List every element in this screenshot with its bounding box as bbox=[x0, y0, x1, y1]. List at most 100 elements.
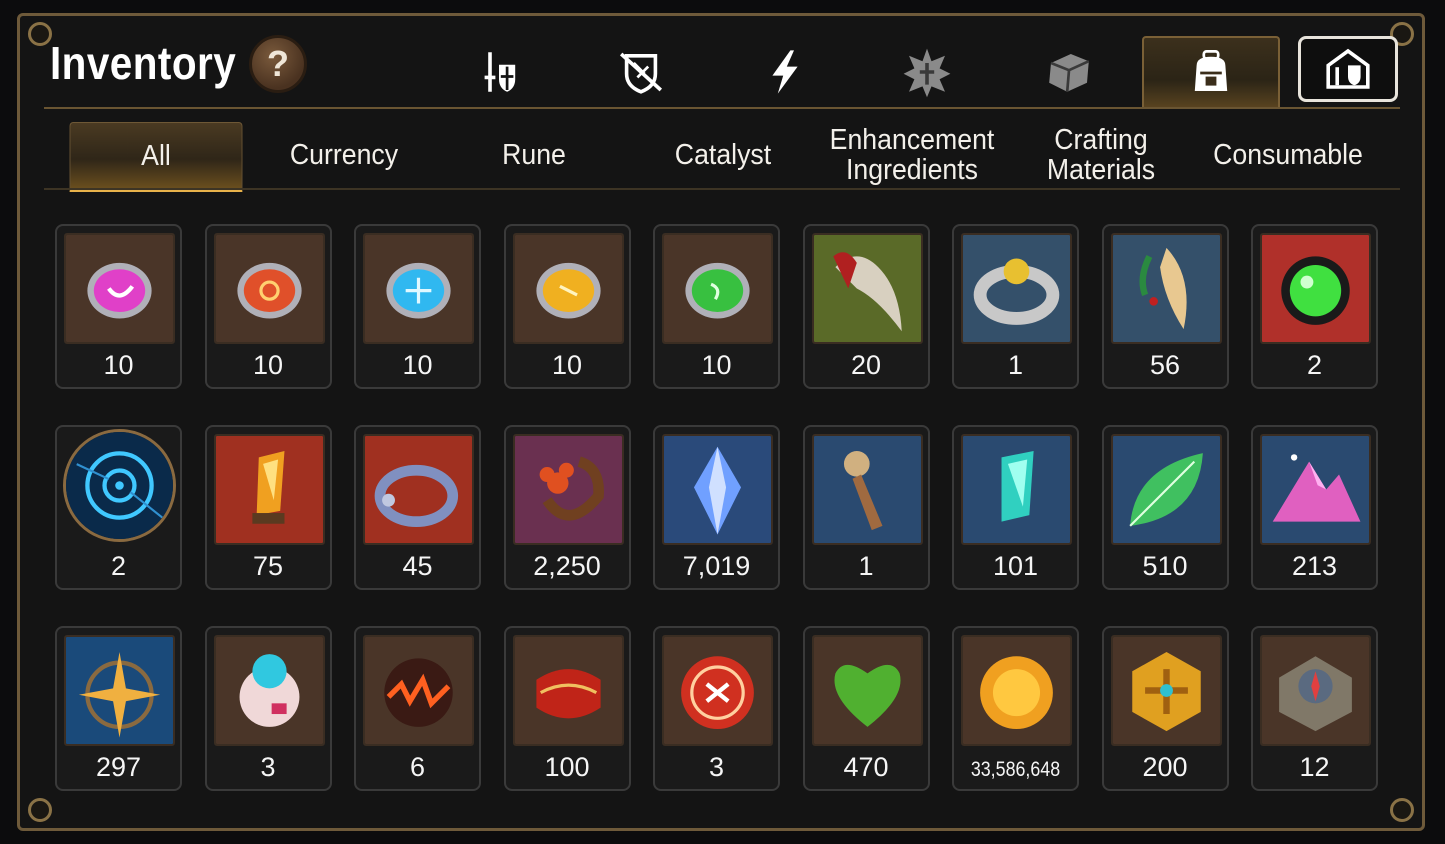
subtab-enhancement-ingredients[interactable]: Enhancement Ingredients bbox=[829, 122, 995, 188]
item-count: 470 bbox=[843, 752, 889, 782]
inventory-slot[interactable]: 2 bbox=[1251, 224, 1378, 389]
item-count: 45 bbox=[402, 551, 433, 581]
inventory-slot[interactable]: 1 bbox=[802, 425, 930, 590]
feather-charm-icon bbox=[1110, 233, 1222, 344]
item-count: 101 bbox=[992, 551, 1039, 581]
tab-exclusive[interactable] bbox=[858, 36, 996, 108]
lava-orb-icon bbox=[363, 635, 474, 746]
pendulum-icon bbox=[811, 434, 923, 545]
rune-disc-icon bbox=[63, 429, 176, 542]
inventory-slot[interactable]: 7,019 bbox=[653, 425, 780, 590]
purple-rune-icon bbox=[64, 233, 175, 344]
inventory-slot[interactable]: 56 bbox=[1101, 224, 1229, 389]
inventory-slot[interactable]: 1 bbox=[952, 224, 1079, 389]
tab-artifacts[interactable] bbox=[572, 36, 710, 108]
amber-crystal-icon bbox=[213, 434, 325, 545]
item-count: 3 bbox=[708, 752, 725, 782]
compass-star-icon bbox=[64, 635, 175, 746]
inventory-slot[interactable]: 3 bbox=[653, 626, 780, 791]
subtab-catalyst[interactable]: Catalyst bbox=[652, 122, 794, 188]
item-count: 2 bbox=[1306, 350, 1323, 380]
broken-shield-icon bbox=[619, 52, 663, 94]
bracelet-icon bbox=[363, 434, 474, 545]
stone-compass-icon bbox=[1260, 635, 1371, 746]
red-cuff-icon bbox=[512, 635, 624, 746]
red-seal-icon bbox=[662, 635, 773, 746]
inventory-slot[interactable]: 10 bbox=[55, 224, 182, 389]
inventory-slot[interactable]: 20 bbox=[802, 224, 930, 389]
item-count: 100 bbox=[544, 752, 590, 782]
item-count: 200 bbox=[1142, 752, 1188, 782]
item-count: 213 bbox=[1291, 551, 1338, 581]
lightning-icon bbox=[772, 50, 798, 94]
subtab-rune[interactable]: Rune bbox=[466, 122, 602, 188]
inventory-slot[interactable]: 297 bbox=[55, 626, 182, 791]
blue-rune-icon bbox=[363, 233, 474, 344]
corner-ornament bbox=[1390, 798, 1414, 822]
corner-ornament bbox=[28, 22, 52, 46]
divider bbox=[44, 188, 1400, 190]
inventory-slot[interactable]: 12 bbox=[1251, 626, 1378, 791]
backpack-icon bbox=[1194, 50, 1228, 91]
inventory-slot[interactable]: 200 bbox=[1101, 626, 1229, 791]
item-count: 56 bbox=[1149, 350, 1181, 380]
green-heart-icon bbox=[811, 635, 923, 746]
gold-hexagon-icon bbox=[1110, 635, 1222, 746]
item-count: 10 bbox=[402, 350, 433, 380]
inventory-slot[interactable]: 2 bbox=[55, 425, 182, 590]
tab-equipment[interactable] bbox=[430, 36, 568, 108]
item-count: 33,586,648 bbox=[970, 758, 1061, 781]
inventory-slot[interactable]: 10 bbox=[354, 224, 481, 389]
inventory-slot[interactable]: 470 bbox=[802, 626, 930, 791]
item-count: 510 bbox=[1142, 551, 1188, 581]
item-count: 7,019 bbox=[682, 551, 751, 581]
item-count: 2 bbox=[110, 551, 127, 581]
tab-storage[interactable] bbox=[1298, 36, 1398, 102]
inventory-slot[interactable]: 10 bbox=[653, 224, 780, 389]
inventory-slot[interactable]: 100 bbox=[503, 626, 631, 791]
help-button[interactable]: ? bbox=[249, 35, 307, 93]
tab-cube[interactable] bbox=[1000, 36, 1138, 108]
green-rune-icon bbox=[662, 233, 773, 344]
pink-mountain-icon bbox=[1260, 434, 1371, 545]
inventory-slot[interactable]: 213 bbox=[1251, 425, 1378, 590]
inventory-slot[interactable]: 10 bbox=[503, 224, 631, 389]
tab-skills[interactable] bbox=[716, 36, 854, 108]
subtab-consumable[interactable]: Consumable bbox=[1203, 122, 1372, 188]
inventory-slot[interactable]: 510 bbox=[1101, 425, 1229, 590]
subtab-all[interactable]: All bbox=[69, 122, 243, 192]
cube-icon bbox=[1049, 54, 1090, 92]
inventory-slot[interactable]: 101 bbox=[952, 425, 1079, 590]
robot-orb-icon bbox=[213, 635, 325, 746]
item-count: 10 bbox=[551, 350, 583, 380]
inventory-slot[interactable]: 75 bbox=[204, 425, 332, 590]
red-rune-icon bbox=[213, 233, 325, 344]
ring-icon bbox=[961, 233, 1072, 344]
teal-crystal-icon bbox=[961, 434, 1072, 545]
item-count: 2,250 bbox=[533, 551, 601, 581]
gold-coin-icon bbox=[961, 635, 1072, 746]
corner-ornament bbox=[28, 798, 52, 822]
inventory-slot[interactable]: 45 bbox=[354, 425, 481, 590]
item-count: 12 bbox=[1299, 752, 1330, 782]
item-count: 297 bbox=[95, 752, 142, 782]
item-count: 10 bbox=[252, 350, 284, 380]
divider bbox=[44, 107, 1400, 109]
flower-ring-icon bbox=[512, 434, 624, 545]
storage-house-icon bbox=[1326, 48, 1370, 89]
subtab-currency[interactable]: Currency bbox=[269, 122, 420, 188]
item-count: 10 bbox=[701, 350, 732, 380]
item-count: 6 bbox=[409, 752, 426, 782]
item-count: 75 bbox=[252, 551, 284, 581]
inventory-slot[interactable]: 2,250 bbox=[503, 425, 631, 590]
subtab-crafting-materials[interactable]: Crafting Materials bbox=[1030, 122, 1172, 188]
item-count: 20 bbox=[850, 350, 882, 380]
inventory-slot[interactable]: 33,586,648 bbox=[952, 626, 1079, 791]
inventory-slot[interactable]: 6 bbox=[354, 626, 481, 791]
inventory-slot[interactable]: 10 bbox=[204, 224, 332, 389]
sword-shield-icon bbox=[484, 52, 516, 92]
item-count: 1 bbox=[858, 551, 874, 581]
inventory-slot[interactable]: 3 bbox=[204, 626, 332, 791]
claw-icon bbox=[811, 233, 923, 344]
tab-bag[interactable] bbox=[1142, 36, 1280, 108]
